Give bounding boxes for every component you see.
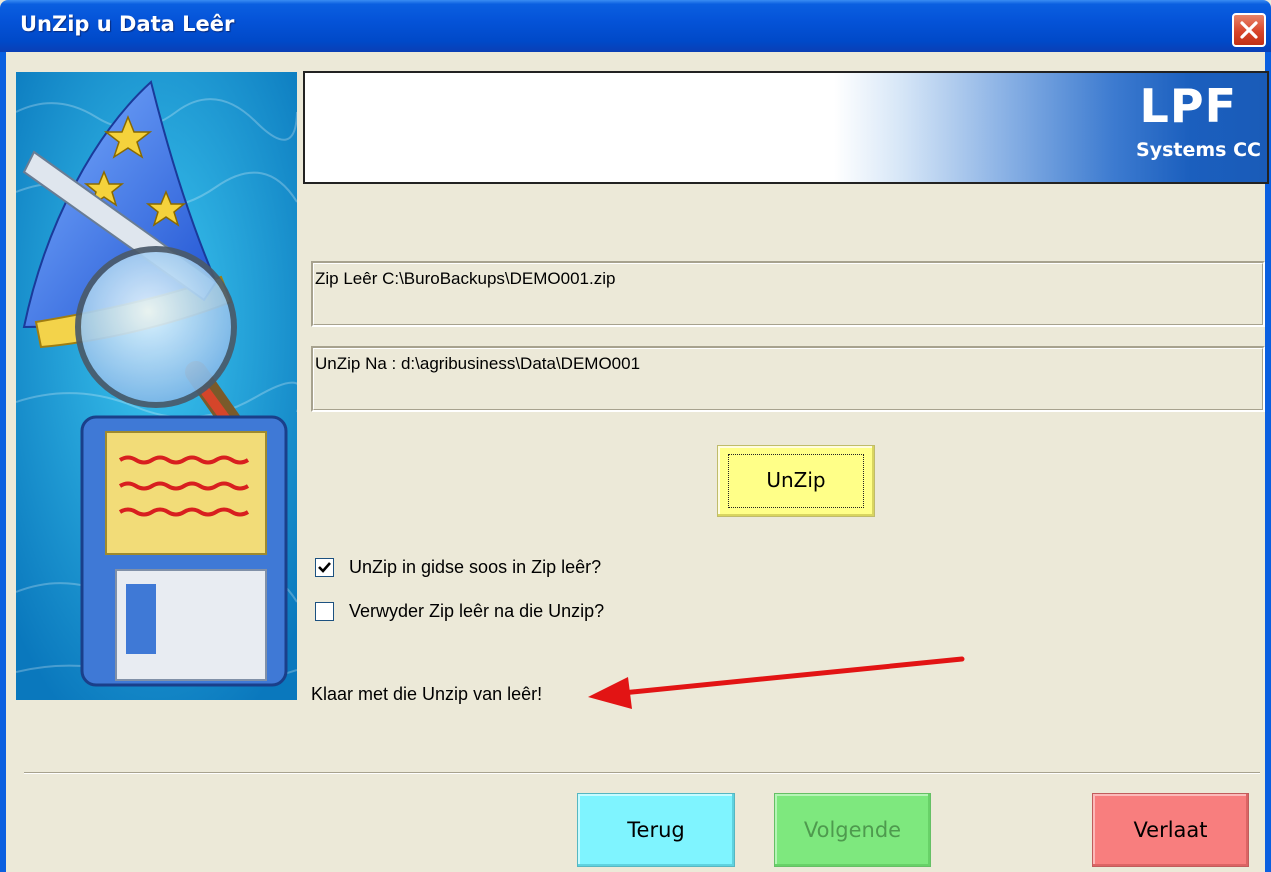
window-title: UnZip u Data Leêr bbox=[20, 12, 235, 36]
company-logo-subtitle: Systems CC bbox=[1136, 139, 1261, 161]
window-frame-left bbox=[0, 52, 6, 872]
zip-file-field: Zip Leêr C:\BuroBackups\DEMO001.zip bbox=[311, 261, 1265, 327]
unzip-destination-field: UnZip Na : d:\agribusiness\Data\DEMO001 bbox=[311, 346, 1265, 412]
exit-button[interactable]: Verlaat bbox=[1092, 793, 1249, 867]
keep-folders-label: UnZip in gidse soos in Zip leêr? bbox=[349, 557, 602, 577]
zip-file-path: Zip Leêr C:\BuroBackups\DEMO001.zip bbox=[315, 269, 616, 288]
close-button[interactable] bbox=[1232, 13, 1266, 47]
unzip-button[interactable]: UnZip bbox=[717, 445, 875, 517]
status-message: Klaar met die Unzip van leêr! bbox=[311, 684, 543, 704]
keep-folders-checkbox[interactable] bbox=[315, 558, 334, 577]
wizard-illustration bbox=[16, 72, 297, 700]
next-button-label: Volgende bbox=[803, 818, 902, 842]
footer-separator bbox=[24, 772, 1260, 774]
unzip-button-label: UnZip bbox=[766, 468, 826, 492]
next-button[interactable]: Volgende bbox=[774, 793, 931, 867]
unzip-destination-path: UnZip Na : d:\agribusiness\Data\DEMO001 bbox=[315, 354, 641, 373]
delete-zip-checkbox[interactable] bbox=[315, 602, 334, 621]
company-logo: LPF bbox=[1139, 79, 1237, 133]
red-arrow-icon bbox=[588, 656, 965, 709]
back-button[interactable]: Terug bbox=[577, 793, 735, 867]
exit-button-label: Verlaat bbox=[1133, 818, 1208, 842]
unzip-dialog-window: UnZip u Data Leêr LPF Systems CC Zip Leê… bbox=[0, 0, 1271, 872]
delete-zip-label: Verwyder Zip leêr na die Unzip? bbox=[349, 601, 605, 621]
title-bar[interactable]: UnZip u Data Leêr bbox=[0, 0, 1271, 52]
back-button-label: Terug bbox=[627, 818, 685, 842]
checkmark-icon bbox=[318, 562, 331, 573]
header-banner: LPF Systems CC bbox=[303, 71, 1269, 184]
close-icon bbox=[1240, 21, 1258, 39]
